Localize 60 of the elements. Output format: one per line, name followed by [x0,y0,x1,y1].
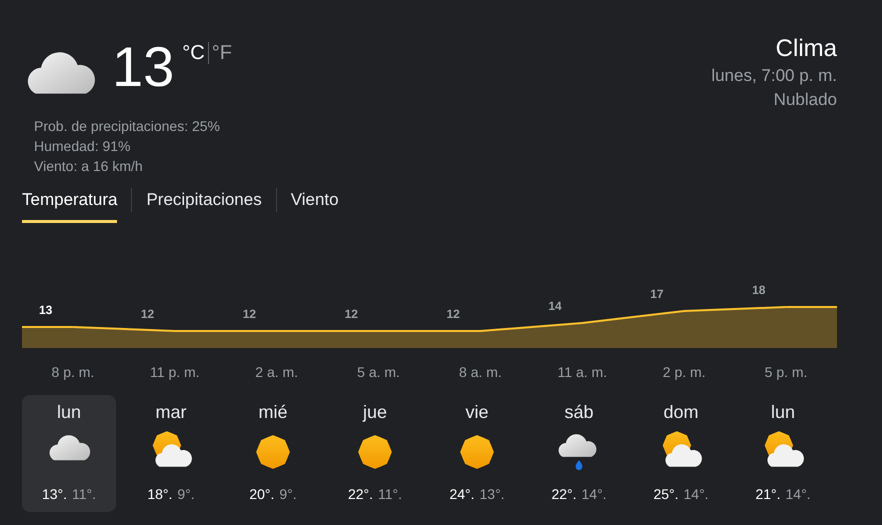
high-temp: 20°. [249,485,274,504]
day-forecast[interactable]: jue 22°. 11°. [328,395,422,512]
day-name: lun [56,401,82,424]
unit-toggle[interactable]: °F [212,42,232,64]
day-forecast[interactable]: sáb 22°. 14°. [532,395,626,512]
low-temp: 13°. [480,485,505,504]
temperature-label: 13 [39,303,52,317]
time-label: 5 p. m. [764,363,808,382]
condition-text: Nublado [774,89,837,111]
high-temp: 24°. [449,485,474,504]
day-forecast[interactable]: mar 18°. 9°. [124,395,218,512]
low-temp: 11°. [378,485,402,504]
date-time: lunes, 7:00 p. m. [711,65,837,87]
time-label: 2 a. m. [255,363,298,382]
time-label: 5 a. m. [357,363,400,382]
high-temp: 18°. [147,485,172,504]
low-temp: 14°. [684,485,709,504]
time-label: 8 a. m. [459,363,502,382]
low-temp: 11°. [72,485,96,504]
tab[interactable]: Temperatura [22,187,118,223]
temperature-label: 12 [344,307,358,321]
day-forecast[interactable]: vie 24°. 13°. [430,395,524,512]
day-forecast[interactable]: lun 21°. 14°. [736,395,830,512]
high-temp: 22°. [551,485,576,504]
detail-text: Viento: a 16 km/h [34,157,143,176]
high-temp: 22°. [348,485,374,504]
current-temperature: 13 [112,36,174,98]
time-label: 8 p. m. [52,363,94,382]
low-temp: 14°. [786,485,811,504]
day-name: jue [362,401,388,424]
day-name: dom [663,401,698,424]
low-temp: 9°. [177,485,195,504]
day-name: lun [770,401,796,424]
detail-text: Prob. de precipitaciones: 25% [34,117,220,136]
weather-title: Clima [776,34,837,64]
high-temp: 21°. [755,485,780,504]
tab[interactable]: Precipitaciones [146,187,262,223]
time-label: 11 a. m. [558,363,608,382]
day-name: vie [465,401,488,424]
temperature-label: 12 [446,307,460,321]
temperature-label: 18 [752,283,766,297]
temperature-label: 17 [650,287,664,301]
time-label: 2 p. m. [662,363,706,382]
unit-toggle[interactable]: °C [182,42,205,64]
low-temp: 9°. [279,485,297,504]
temperature-label: 14 [548,299,562,313]
detail-text: Humedad: 91% [34,137,131,156]
day-forecast[interactable]: dom 25°. 14°. [634,395,728,512]
day-forecast[interactable]: lun 13°. 11°. [22,395,116,512]
tab[interactable]: Viento [290,187,339,223]
high-temp: 13°. [42,485,68,504]
day-name: mar [156,401,186,424]
time-label: 11 p. m. [150,363,200,382]
low-temp: 14°. [582,485,607,504]
day-name: mié [258,401,288,424]
day-name: sáb [564,401,594,424]
high-temp: 25°. [653,485,678,504]
temperature-label: 12 [242,307,256,321]
day-forecast[interactable]: mié 20°. 9°. [226,395,320,512]
temperature-label: 12 [140,307,154,321]
